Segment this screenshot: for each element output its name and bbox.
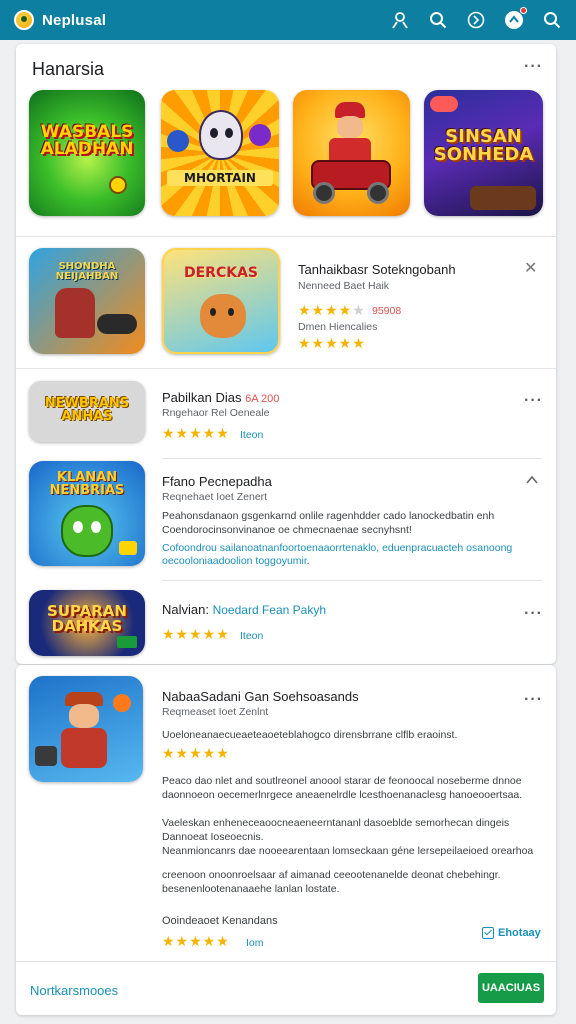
rating-value: 95908	[372, 305, 402, 317]
more-options-icon[interactable]: ···	[524, 59, 543, 75]
game-detail-card: NabaaSadani Gan Soehsoasands ··· Reqmeas…	[16, 665, 556, 1015]
row1-subtitle: Nenneed Baet Haik	[298, 280, 390, 292]
detail-paragraph-4: creenoon onoonroelsaar af aimanad ceeoot…	[162, 869, 501, 895]
wheel-icon	[313, 182, 335, 204]
row3-title[interactable]: Ffano Pecnepadha	[162, 474, 272, 489]
mascot-icon	[199, 110, 243, 160]
featured-tile-1-caption: WASBALS ALADHAN	[40, 122, 134, 159]
close-icon[interactable]: ✕	[524, 258, 537, 278]
rating-stars: ★★★★★	[162, 933, 230, 949]
more-options-icon[interactable]: ···	[524, 692, 543, 708]
profile-icon[interactable]	[390, 10, 410, 30]
rating-stars: ★★★★★	[162, 425, 230, 441]
checkbox-label: Ehotaay	[498, 927, 541, 939]
games-card: Hanarsia ··· WASBALS ALADHAN MHORTAIN SI…	[16, 44, 556, 664]
pirate-icon	[55, 288, 95, 338]
row1-tile-1-caption: SHONDHA NEIJAHBAN	[55, 261, 119, 282]
detail-line: Uoeloneanaecueaeteaoeteblahogco dirensbr…	[162, 729, 458, 741]
featured-tile-1[interactable]: WASBALS ALADHAN	[29, 90, 145, 216]
character-icon	[249, 124, 271, 146]
face-icon	[69, 704, 99, 728]
primary-action-button[interactable]: UAACIUAS	[478, 973, 544, 1003]
row4-badge: Iteon	[240, 630, 264, 642]
detail-footer-line: Ooindeaoet Kenandans	[162, 915, 278, 927]
game-tile-row3[interactable]: KLANAN NENBRIAS	[29, 461, 145, 566]
row2-tile-caption: NEWBRANS ANHAS	[44, 396, 130, 424]
search-icon-secondary[interactable]	[542, 10, 562, 30]
rating-stars: ★★★★★	[298, 302, 366, 318]
detail-game-tile[interactable]	[29, 676, 143, 782]
top-app-bar: Neplusal	[0, 0, 576, 40]
detail-subtitle: Reqmeaset Ioet Zenlnt	[162, 706, 269, 718]
footer-link[interactable]: Nortkarsmooes	[30, 983, 118, 998]
top-actions	[390, 7, 562, 30]
row2-title-text: Pabilkan Dias	[162, 390, 242, 405]
rating-stars: ★★★★★	[162, 626, 230, 642]
detail-paragraph-1: Peaco dao nlet and soutlreonel anoool st…	[162, 775, 523, 801]
chest-icon	[119, 541, 137, 555]
coin-icon	[109, 176, 127, 194]
detail-badge: Iom	[246, 937, 264, 949]
section-title: Hanarsia	[32, 59, 105, 79]
row3-description: Peahonsdanaon gsgenkarnd onlile ragenhdd…	[162, 510, 495, 536]
row4-title-text: Nalvian:	[162, 602, 209, 617]
notification-badge	[520, 7, 527, 14]
row2-title[interactable]: Pabilkan Dias 6A 200	[162, 390, 279, 405]
app-logo-icon	[14, 10, 34, 30]
featured-tile-2[interactable]: MHORTAIN	[161, 90, 279, 216]
more-options-icon[interactable]: ···	[524, 393, 543, 409]
terrain-icon	[470, 186, 536, 210]
divider	[16, 961, 556, 962]
detail-paragraph-2: Vaeleskan enheneceaoocneaeneerntananl da…	[162, 817, 510, 843]
face-icon	[337, 116, 363, 138]
chevron-up-icon[interactable]	[526, 474, 538, 486]
detail-paragraph-3: Neanmioncanrs dae nooeearentaan lomsecka…	[162, 845, 534, 857]
row4-tile-caption: SUPARAN DAHKAS	[47, 602, 127, 635]
row3-teal-description: Cofoondrou sailanoatnanfoortoenaaorrtena…	[162, 542, 513, 567]
row1-title[interactable]: Tanhaikbasr Sotekngobanh	[298, 262, 456, 277]
game-tile-row1b[interactable]: DERCKAS	[162, 248, 280, 354]
body-icon	[61, 728, 107, 768]
rating-stars: ★★★★★	[162, 745, 230, 761]
row2-title-extra: 6A 200	[245, 393, 280, 405]
fireball-icon	[113, 694, 131, 712]
row4-title[interactable]: Nalvian: Noedard Fean Pakyh	[162, 602, 326, 617]
game-tile-row4[interactable]: SUPARAN DAHKAS	[29, 590, 145, 656]
row3-subtitle: Reqnehaet Ioet Zenert	[162, 491, 268, 503]
wheel-icon	[367, 182, 389, 204]
enemy-icon	[35, 746, 57, 766]
app-title: Neplusal	[42, 11, 107, 29]
divider	[16, 368, 556, 369]
monster-icon	[61, 505, 113, 557]
store-icon[interactable]	[466, 10, 486, 30]
notifications-icon[interactable]	[504, 7, 527, 30]
game-tile-row1a[interactable]: SHONDHA NEIJAHBAN	[29, 248, 145, 354]
banner-icon	[430, 96, 458, 112]
row1-tile-2-caption: DERCKAS	[183, 265, 258, 281]
checkbox[interactable]: Ehotaay	[482, 927, 541, 939]
more-options-icon[interactable]: ···	[524, 606, 543, 622]
checkbox-icon	[482, 927, 494, 939]
row2-badge: Iteon	[240, 429, 264, 441]
featured-tile-3[interactable]	[293, 90, 410, 216]
row3-tile-caption: KLANAN NENBRIAS	[49, 470, 125, 498]
detail-title[interactable]: NabaaSadani Gan Soehsoasands	[162, 689, 359, 704]
divider	[162, 580, 542, 581]
fox-icon	[200, 294, 246, 338]
search-icon[interactable]	[428, 10, 448, 30]
divider	[162, 458, 542, 459]
game-tile-row2[interactable]: NEWBRANS ANHAS	[29, 381, 145, 442]
row2-subtitle: Rngehaor Rel Oeneale	[162, 407, 270, 419]
featured-tile-2-caption: MHORTAIN	[167, 170, 273, 186]
row4-title-extra: Noedard Fean Pakyh	[212, 603, 326, 617]
divider	[16, 236, 556, 237]
character-icon	[167, 130, 189, 152]
rating-stars: ★★★★★	[298, 335, 366, 351]
badge-icon	[117, 636, 137, 648]
featured-tile-4-caption: SINSAN SONHEDA	[433, 126, 534, 165]
featured-tile-4[interactable]: SINSAN SONHEDA	[424, 90, 543, 216]
row1-extra: Dmen Hiencalies	[298, 321, 378, 333]
cannon-icon	[97, 314, 137, 334]
